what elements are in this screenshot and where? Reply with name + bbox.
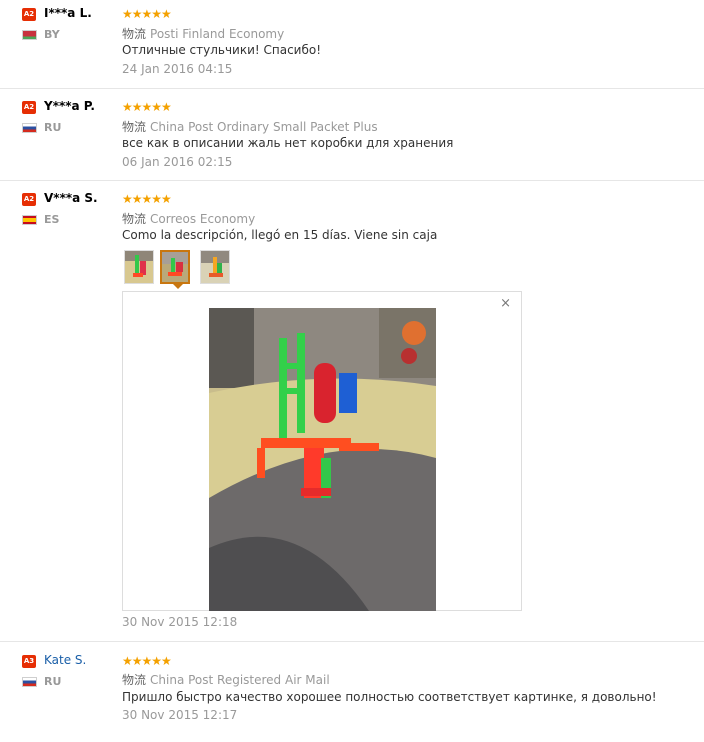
buyer-level-badge: A3 [22,655,36,668]
rating-stars: ★★★★★ [122,100,172,114]
review-date: 30 Nov 2015 12:17 [122,708,238,722]
photo-thumbnail[interactable] [200,250,230,284]
rating-stars: ★★★★★ [122,7,172,21]
review-text: Como la descripción, llegó en 15 días. V… [122,228,438,242]
review-item: A2 Y***a P. RU ★★★★★ 物流 China Post Ordina… [0,89,704,181]
reviewer-name: I***a L. [44,6,92,20]
flag-ru-icon [22,123,37,133]
shipping-method: 物流 China Post Ordinary Small Packet Plus [122,118,378,135]
review-date: 06 Jan 2016 02:15 [122,155,233,169]
reviewer-country: ES [44,213,60,226]
shipping-name: China Post Registered Air Mail [150,673,330,687]
shipping-label: 物流 [122,212,147,226]
shipping-name: China Post Ordinary Small Packet Plus [150,120,378,134]
photo-thumbnail[interactable] [124,250,154,284]
review-text: Пришло быстро качество хорошее полностью… [122,690,657,704]
review-item: A3 Kate S. RU ★★★★★ 物流 China Post Registe… [0,642,704,742]
flag-by-icon [22,30,37,40]
photo-viewer: × [122,291,522,611]
shipping-label: 物流 [122,27,147,41]
review-date: 24 Jan 2016 04:15 [122,62,233,76]
reviewer-country: RU [44,675,62,688]
reviewer-country: RU [44,121,62,134]
review-date: 30 Nov 2015 12:18 [122,615,238,629]
review-item: A2 V***a S. ES ★★★★★ 物流 Correos Economy C… [0,181,704,642]
flag-ru-icon [22,677,37,687]
shipping-label: 物流 [122,673,147,687]
reviewer-country: BY [44,28,60,41]
flag-es-icon [22,215,37,225]
buyer-level-badge: A2 [22,8,36,21]
shipping-method: 物流 Posti Finland Economy [122,25,284,42]
review-photo[interactable] [209,308,436,611]
shipping-name: Correos Economy [150,212,256,226]
review-text: все как в описании жаль нет коробки для … [122,136,454,150]
close-icon[interactable]: × [500,296,511,311]
reviewer-name-link[interactable]: Kate S. [44,653,86,667]
photo-thumbnail-selected[interactable] [160,250,190,284]
rating-stars: ★★★★★ [122,654,172,668]
rating-stars: ★★★★★ [122,192,172,206]
shipping-method: 物流 China Post Registered Air Mail [122,671,330,688]
review-item: A2 I***a L. BY ★★★★★ 物流 Posti Finland Eco… [0,0,704,89]
reviewer-name: V***a S. [44,191,98,205]
thumbnail-selection-caret [173,284,183,289]
shipping-name: Posti Finland Economy [150,27,285,41]
buyer-level-badge: A2 [22,101,36,114]
shipping-method: 物流 Correos Economy [122,210,255,227]
shipping-label: 物流 [122,120,147,134]
buyer-level-badge: A2 [22,193,36,206]
reviewer-name: Y***a P. [44,99,95,113]
review-text: Отличные стульчики! Спасибо! [122,43,322,57]
